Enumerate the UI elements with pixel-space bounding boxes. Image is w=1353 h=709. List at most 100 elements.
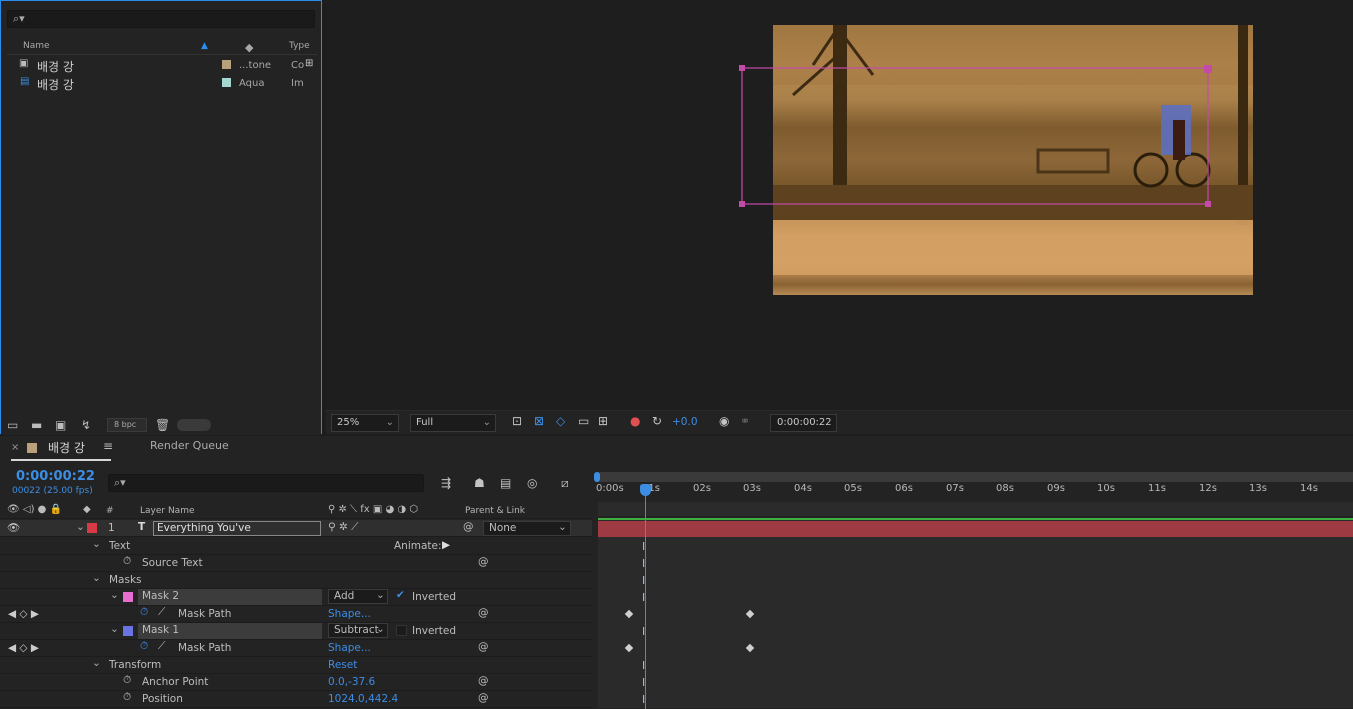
composition-flowchart-icon[interactable]: ⇶: [441, 476, 451, 490]
exposure-value[interactable]: +0.0: [672, 416, 698, 428]
label-swatch[interactable]: [222, 60, 231, 69]
mask-shape-link[interactable]: Shape...: [328, 608, 371, 620]
color-channels-icon[interactable]: ●: [630, 414, 640, 428]
expression-pick-whip-icon[interactable]: @: [478, 692, 489, 704]
show-snapshot-icon[interactable]: ⚭: [740, 414, 750, 428]
work-area-bar[interactable]: [598, 472, 1353, 482]
mask-color-swatch[interactable]: [123, 592, 133, 602]
resolution-dropdown[interactable]: Full ⌄: [410, 414, 496, 432]
type-column-header[interactable]: Type: [289, 41, 310, 51]
interpret-footage-icon[interactable]: ▭: [7, 418, 18, 432]
layer-name-header[interactable]: Layer Name: [140, 506, 195, 516]
mask-name[interactable]: Mask 1: [138, 623, 322, 639]
mask-outline[interactable]: [736, 62, 1216, 212]
reset-exposure-icon[interactable]: ↻: [652, 414, 662, 428]
property-source-text[interactable]: ⏱ Source Text @: [0, 555, 592, 572]
graph-editor-icon[interactable]: ⧄: [561, 476, 569, 491]
expression-pick-whip-icon[interactable]: @: [478, 641, 489, 653]
grid-guides-icon[interactable]: ⊞: [598, 414, 608, 428]
panel-scrollbar[interactable]: [177, 419, 211, 431]
time-navigator[interactable]: [598, 502, 1353, 516]
project-item-composition[interactable]: ▣ 배경 강 ...tone Co ⊞: [7, 57, 317, 75]
position-value[interactable]: 1024.0,442.4: [328, 693, 398, 705]
tab-composition[interactable]: 배경 강: [48, 439, 85, 456]
motion-blur-icon[interactable]: ◎: [527, 476, 537, 490]
label-tag-icon[interactable]: ◆: [83, 504, 91, 515]
mask-1-row[interactable]: ⌄ Mask 1 Subtract ⌄ Inverted: [0, 623, 592, 640]
timeline-search-input[interactable]: ⌕▾: [108, 474, 424, 492]
chevron-down-icon[interactable]: ⌄: [110, 623, 119, 635]
new-folder-icon[interactable]: ▬: [31, 418, 42, 432]
chevron-down-icon[interactable]: ⌄: [76, 521, 85, 533]
mask-2-row[interactable]: ⌄ Mask 2 Add ⌄ ✔ Inverted: [0, 589, 592, 606]
viewer-timecode[interactable]: 0:00:00:22: [770, 414, 837, 432]
play-circle-icon[interactable]: ▶: [442, 539, 450, 551]
animate-menu[interactable]: Animate:: [394, 540, 442, 552]
chevron-down-icon[interactable]: ⌄: [92, 538, 101, 550]
layer-switches[interactable]: ⚲ ✲ ⟋: [328, 521, 359, 534]
chevron-down-icon[interactable]: ⌄: [92, 572, 101, 584]
keyframe-marker[interactable]: [624, 643, 634, 653]
anchor-point-value[interactable]: 0.0,-37.6: [328, 676, 375, 688]
expression-pick-whip-icon[interactable]: @: [478, 607, 489, 619]
property-group-transform[interactable]: ⌄ Transform Reset: [0, 657, 592, 674]
close-tab-icon[interactable]: ×: [11, 442, 19, 453]
keyframe-navigator[interactable]: ◀ ◇ ▶: [8, 608, 39, 620]
keyframe-marker[interactable]: [745, 609, 755, 619]
mask-shape-link[interactable]: Shape...: [328, 642, 371, 654]
snapshot-region-icon[interactable]: ⊡: [512, 414, 522, 428]
property-anchor-point[interactable]: ⏱ Anchor Point 0.0,-37.6 @: [0, 674, 592, 691]
trash-icon[interactable]: 🗑: [155, 418, 170, 432]
label-tag-icon[interactable]: ◆: [245, 41, 253, 54]
new-composition-icon[interactable]: ▣: [55, 418, 66, 432]
checkbox-unchecked[interactable]: [396, 625, 407, 636]
stopwatch-icon[interactable]: ⏱: [123, 555, 131, 568]
chevron-down-icon[interactable]: ⌄: [92, 657, 101, 669]
transform-reset-link[interactable]: Reset: [328, 659, 357, 671]
frame-blending-icon[interactable]: ▤: [500, 476, 511, 490]
layer-label-swatch[interactable]: [87, 523, 97, 533]
shy-layers-icon[interactable]: ☗: [474, 476, 485, 490]
eye-icon[interactable]: 👁: [7, 521, 20, 534]
expression-pick-whip-icon[interactable]: @: [478, 556, 489, 568]
property-position[interactable]: ⏱ Position 1024.0,442.4 @: [0, 691, 592, 708]
playhead-handle[interactable]: [640, 484, 651, 496]
camera-snapshot-icon[interactable]: ◉: [719, 414, 729, 428]
label-swatch[interactable]: [222, 78, 231, 87]
keyframe-marker[interactable]: [745, 643, 755, 653]
layer-name-field[interactable]: Everything You've: [153, 521, 321, 536]
zoom-dropdown[interactable]: 25% ⌄: [331, 414, 399, 432]
mask-2-path-row[interactable]: ◀ ◇ ▶ ⏱ ⟋ Mask Path Shape... @: [0, 606, 592, 623]
flowchart-icon[interactable]: ↯: [81, 418, 91, 432]
stopwatch-icon[interactable]: ⏱: [123, 691, 131, 704]
property-group-masks[interactable]: ⌄ Masks: [0, 572, 592, 589]
transparency-grid-icon[interactable]: ⊠: [534, 414, 544, 428]
stopwatch-icon[interactable]: ⏱: [140, 640, 148, 653]
stopwatch-icon[interactable]: ⏱: [123, 674, 131, 687]
layer-row[interactable]: 👁 ⌄ 1 T Everything You've ⚲ ✲ ⟋ @ None ⌄: [0, 520, 592, 537]
mask-visibility-icon[interactable]: ◇: [556, 414, 565, 428]
bit-depth-button[interactable]: 8 bpc: [107, 418, 147, 432]
pick-whip-icon[interactable]: @: [463, 521, 474, 533]
chevron-down-icon[interactable]: ⌄: [558, 521, 567, 533]
project-item-image[interactable]: ▤ 배경 강 Aqua Im: [7, 75, 317, 93]
flowchart-icon[interactable]: ⊞: [305, 58, 313, 69]
tab-render-queue[interactable]: Render Queue: [150, 439, 229, 452]
keyframe-marker[interactable]: [624, 609, 634, 619]
region-of-interest-icon[interactable]: ▭: [578, 414, 589, 428]
mask-color-swatch[interactable]: [123, 626, 133, 636]
stopwatch-icon[interactable]: ⏱: [140, 606, 148, 619]
tab-menu-icon[interactable]: ≡: [103, 439, 113, 453]
keyframe-navigator[interactable]: ◀ ◇ ▶: [8, 642, 39, 654]
name-column-header[interactable]: Name: [23, 41, 50, 51]
property-group-text[interactable]: ⌄ Text Animate: ▶: [0, 538, 592, 555]
expression-pick-whip-icon[interactable]: @: [478, 675, 489, 687]
sort-ascending-icon[interactable]: ▲: [201, 41, 208, 51]
mask-1-path-row[interactable]: ◀ ◇ ▶ ⏱ ⟋ Mask Path Shape... @: [0, 640, 592, 657]
mask-name[interactable]: Mask 2: [138, 589, 322, 605]
project-search-input[interactable]: ⌕▾: [7, 10, 315, 28]
layer-duration-bar[interactable]: [598, 521, 1353, 538]
current-time-display[interactable]: 0:00:00:22: [16, 469, 95, 484]
chevron-down-icon[interactable]: ⌄: [110, 589, 119, 601]
checkbox-checked-icon[interactable]: ✔: [396, 589, 405, 601]
